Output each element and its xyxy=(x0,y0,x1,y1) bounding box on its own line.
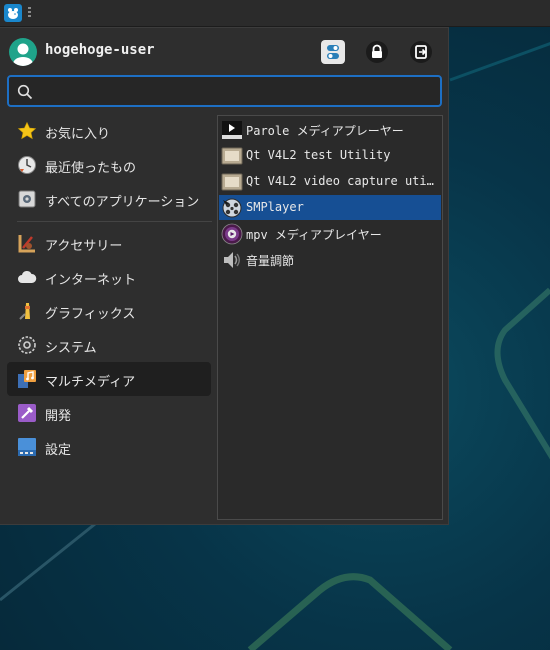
category-all-apps[interactable]: すべてのアプリケーション xyxy=(7,182,211,216)
category-label: 設定 xyxy=(45,443,72,458)
lock-icon xyxy=(366,41,388,63)
parole-icon xyxy=(222,121,242,139)
category-label: システム xyxy=(45,341,97,356)
search-icon xyxy=(17,84,33,100)
category-recent[interactable]: 最近使ったもの xyxy=(7,148,211,182)
settings-icon xyxy=(327,45,339,59)
settings-manager-button[interactable] xyxy=(321,40,345,64)
category-label: 開発 xyxy=(45,409,72,424)
clock-icon xyxy=(18,156,36,174)
volume-icon xyxy=(224,252,240,268)
app-qt-v4l2-test[interactable]: Qt V4L2 test Utility xyxy=(219,143,441,168)
graphics-icon xyxy=(19,303,30,320)
category-graphics[interactable]: グラフィックス xyxy=(7,294,211,328)
whisker-menu-button[interactable] xyxy=(4,4,22,22)
search-input[interactable] xyxy=(39,82,433,104)
application-list: Parole メディアプレーヤー Qt V4L2 test Utility Qt… xyxy=(217,115,443,520)
category-label: グラフィックス xyxy=(45,307,136,322)
category-multimedia[interactable]: マルチメディア xyxy=(7,362,211,396)
app-label: mpv メディアプレイヤー xyxy=(246,228,382,242)
category-label: お気に入り xyxy=(45,127,111,142)
qt-v4l2-capture-icon xyxy=(221,173,243,191)
category-settings[interactable]: 設定 xyxy=(7,430,211,464)
whisker-menu: hogehoge-user お気に入り 最近使ったもの すべてのアプリケーション… xyxy=(0,27,449,525)
app-smplayer[interactable]: SMPlayer xyxy=(219,195,441,220)
app-mpv[interactable]: mpv メディアプレイヤー xyxy=(219,221,441,246)
cloud-icon xyxy=(18,270,37,283)
category-label: すべてのアプリケーション xyxy=(45,195,200,210)
logout-button[interactable] xyxy=(409,40,433,64)
development-icon xyxy=(18,404,36,422)
category-system[interactable]: システム xyxy=(7,328,211,362)
app-parole[interactable]: Parole メディアプレーヤー xyxy=(219,117,441,142)
app-label: 音量調節 xyxy=(246,254,295,268)
panel-handle[interactable] xyxy=(28,7,31,19)
system-gear-icon xyxy=(18,336,36,354)
avatar xyxy=(9,38,37,66)
app-label: Qt V4L2 video capture utility xyxy=(246,174,439,188)
logout-icon xyxy=(410,41,432,63)
app-volume-control[interactable]: 音量調節 xyxy=(219,247,441,272)
category-favorites[interactable]: お気に入り xyxy=(7,114,211,148)
xfce-mouse-icon xyxy=(8,8,18,19)
qt-v4l2-icon xyxy=(221,147,243,165)
category-development[interactable]: 開発 xyxy=(7,396,211,430)
app-label: SMPlayer xyxy=(246,200,304,214)
multimedia-icon xyxy=(18,370,36,388)
category-label: インターネット xyxy=(45,273,137,288)
star-icon xyxy=(17,121,37,140)
app-label: Parole メディアプレーヤー xyxy=(246,124,404,138)
app-qt-v4l2-capture[interactable]: Qt V4L2 video capture utility xyxy=(219,169,441,194)
lock-screen-button[interactable] xyxy=(365,40,389,64)
category-label: 最近使ったもの xyxy=(45,161,137,176)
category-separator xyxy=(17,221,212,222)
user-icon xyxy=(13,43,33,66)
top-panel xyxy=(0,0,550,27)
settings-panel-icon xyxy=(18,438,36,456)
category-accessories[interactable]: アクセサリー xyxy=(7,226,211,260)
app-label: Qt V4L2 test Utility xyxy=(246,148,391,162)
user-header: hogehoge-user xyxy=(0,28,449,74)
category-label: マルチメディア xyxy=(45,375,136,390)
mpv-icon xyxy=(221,223,243,245)
category-label: アクセサリー xyxy=(45,239,123,254)
category-internet[interactable]: インターネット xyxy=(7,260,211,294)
search-box[interactable] xyxy=(7,75,442,107)
user-name: hogehoge-user xyxy=(45,42,155,58)
smplayer-icon xyxy=(222,198,242,218)
all-apps-icon xyxy=(18,190,36,208)
accessories-icon xyxy=(18,235,35,253)
